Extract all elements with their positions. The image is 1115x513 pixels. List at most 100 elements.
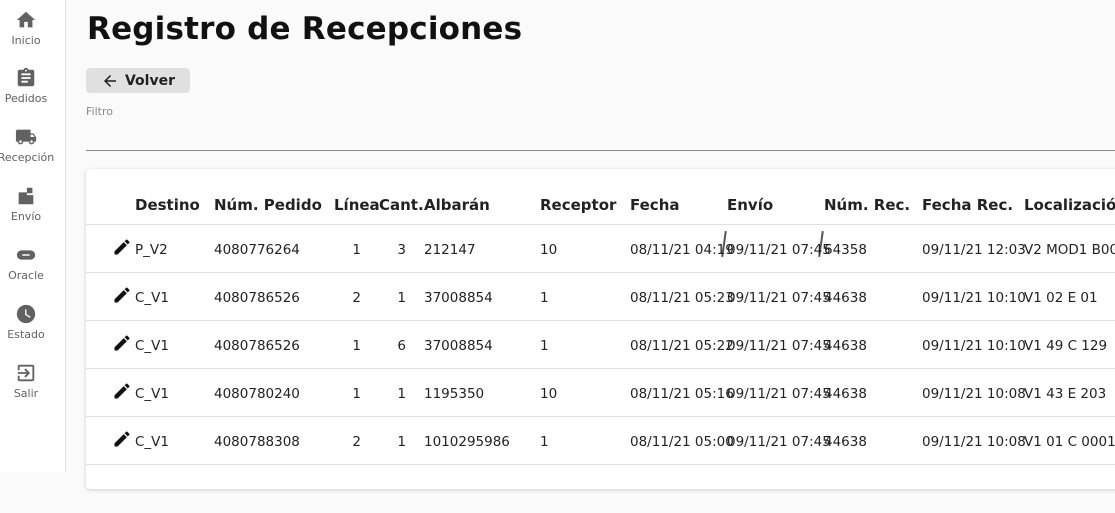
cell-fecha-rec: 09/11/21 10:08	[922, 386, 1026, 402]
column-header-linea[interactable]: Línea	[334, 196, 380, 214]
table-row[interactable]: C_V1 4080780240 1 1 1195350 10 08/11/21 …	[86, 368, 1115, 417]
cell-fecha: 08/11/21 05:23	[630, 290, 734, 306]
cell-localizacion: V1 01 C 0001	[1024, 434, 1115, 450]
cell-cantidad: 1	[397, 290, 406, 306]
sidebar-item-oracle[interactable]: Oracle	[0, 244, 52, 282]
cell-fecha-rec: 09/11/21 10:10	[922, 290, 1026, 306]
sidebar-item-envio[interactable]: Envío	[0, 185, 52, 223]
cell-receptor: 1	[540, 434, 549, 450]
table-row[interactable]: P_V2 4080776264 1 3 212147 10 08/11/21 0…	[86, 224, 1115, 273]
edit-icon[interactable]	[112, 429, 132, 449]
column-header-destino[interactable]: Destino	[135, 196, 200, 214]
table-row[interactable]: C_V1 4080786526 2 1 37008854 1 08/11/21 …	[86, 272, 1115, 321]
cell-pedido: 4080780240	[214, 386, 300, 402]
sidebar-item-estado[interactable]: Estado	[0, 303, 52, 341]
sidebar-item-recepcion[interactable]: Recepción	[0, 126, 55, 164]
cell-fecha-rec: 09/11/21 10:10	[922, 338, 1026, 354]
column-header-num-pedido[interactable]: Núm. Pedido	[214, 196, 322, 214]
clipboard-icon	[17, 67, 35, 87]
cell-albaran: 212147	[424, 242, 476, 258]
table-row[interactable]: C_V1 4080786526 1 6 37008854 1 08/11/21 …	[86, 320, 1115, 369]
cell-destino: C_V1	[135, 386, 170, 402]
column-header-num-rec[interactable]: Núm. Rec.	[824, 196, 910, 214]
cell-destino: C_V1	[135, 434, 170, 450]
cell-destino: C_V1	[135, 290, 170, 306]
cell-fecha: 08/11/21 05:22	[630, 338, 734, 354]
page-title: Registro de Recepciones	[87, 11, 523, 47]
cell-num-rec: 44638	[824, 290, 867, 306]
filter-input[interactable]	[86, 122, 1115, 151]
cell-albaran: 37008854	[424, 338, 493, 354]
column-header-albaran[interactable]: Albarán	[424, 196, 490, 214]
cell-num-rec: 64358	[824, 242, 867, 258]
cell-envio: 09/11/21 07:45	[727, 338, 831, 354]
back-button[interactable]: Volver	[86, 68, 190, 93]
cell-fecha: 08/11/21 05:16	[630, 386, 734, 402]
cell-num-rec: 44638	[824, 434, 867, 450]
cell-pedido: 4080786526	[214, 290, 300, 306]
edit-icon[interactable]	[112, 333, 132, 353]
cloud-link-icon	[16, 250, 36, 260]
cell-linea: 1	[352, 386, 361, 402]
edit-icon[interactable]	[112, 285, 132, 305]
column-header-cantidad[interactable]: Cant.	[379, 196, 424, 214]
table-row[interactable]: C_V1 4080788308 2 1 1010295986 1 08/11/2…	[86, 416, 1115, 465]
column-header-envio[interactable]: Envío	[727, 196, 773, 214]
cell-cantidad: 1	[397, 386, 406, 402]
cell-receptor: 1	[540, 290, 549, 306]
cell-albaran: 37008854	[424, 290, 493, 306]
column-header-localizacion[interactable]: Localización	[1024, 196, 1115, 214]
cell-cantidad: 1	[397, 434, 406, 450]
cell-albaran: 1195350	[424, 386, 485, 402]
sidebar-item-pedidos[interactable]: Pedidos	[0, 67, 52, 105]
sidebar-item-salir[interactable]: Salir	[0, 362, 52, 400]
sidebar-item-label: Inicio	[11, 34, 41, 47]
arrow-left-icon	[103, 74, 116, 87]
sidebar-item-label: Estado	[7, 328, 45, 341]
cell-receptor: 1	[540, 338, 549, 354]
cell-fecha-rec: 09/11/21 10:08	[922, 434, 1026, 450]
cell-destino: P_V2	[135, 242, 168, 258]
cell-linea: 2	[352, 290, 361, 306]
sidebar-item-label: Recepción	[0, 151, 55, 164]
sidebar-item-label: Oracle	[8, 269, 44, 282]
sidebar-item-label: Pedidos	[4, 92, 48, 105]
table-row	[86, 464, 1115, 513]
edit-icon[interactable]	[112, 381, 132, 401]
cell-receptor: 10	[540, 386, 558, 402]
cell-receptor: 10	[540, 242, 558, 258]
column-header-fecha-rec[interactable]: Fecha Rec.	[922, 196, 1013, 214]
cell-envio: 09/11/21 07:45	[727, 386, 831, 402]
logout-icon	[17, 364, 35, 382]
sidebar-item-label: Envío	[10, 210, 42, 223]
cell-num-rec: 44638	[824, 386, 867, 402]
sidebar-item-inicio[interactable]: Inicio	[0, 9, 52, 47]
edit-icon[interactable]	[112, 237, 132, 257]
cell-envio: 09/11/21 07:45	[727, 434, 831, 450]
cell-fecha: 08/11/21 05:00	[630, 434, 734, 450]
cell-fecha-rec: 09/11/21 12:03	[922, 242, 1026, 258]
back-button-label: Volver	[124, 72, 175, 89]
cell-albaran: 1010295986	[424, 434, 510, 450]
sidebar: Inicio Pedidos Recepción Envío Oracle Es…	[0, 0, 66, 472]
cell-cantidad: 3	[397, 242, 406, 258]
truck-icon	[15, 129, 37, 145]
cell-num-rec: 44638	[824, 338, 867, 354]
column-header-fecha[interactable]: Fecha	[630, 196, 680, 214]
clock-icon	[16, 304, 36, 324]
cell-cantidad: 6	[397, 338, 406, 354]
column-header-receptor[interactable]: Receptor	[540, 196, 616, 214]
cell-envio: 09/11/21 07:45	[727, 290, 831, 306]
cell-linea: 1	[352, 242, 361, 258]
home-icon	[16, 11, 36, 28]
cell-destino: C_V1	[135, 338, 170, 354]
receptions-table: Destino Núm. Pedido Línea Cant. Albarán …	[86, 169, 1115, 489]
package-icon	[18, 187, 34, 205]
cell-localizacion: V2 MOD1 B004	[1024, 242, 1115, 258]
cell-pedido: 4080786526	[214, 338, 300, 354]
cell-linea: 1	[352, 338, 361, 354]
cell-envio: 09/11/21 07:45	[727, 242, 831, 258]
cell-pedido: 4080788308	[214, 434, 300, 450]
cell-fecha: 08/11/21 04:19	[630, 242, 734, 258]
cell-localizacion: V1 43 E 203	[1024, 386, 1107, 402]
